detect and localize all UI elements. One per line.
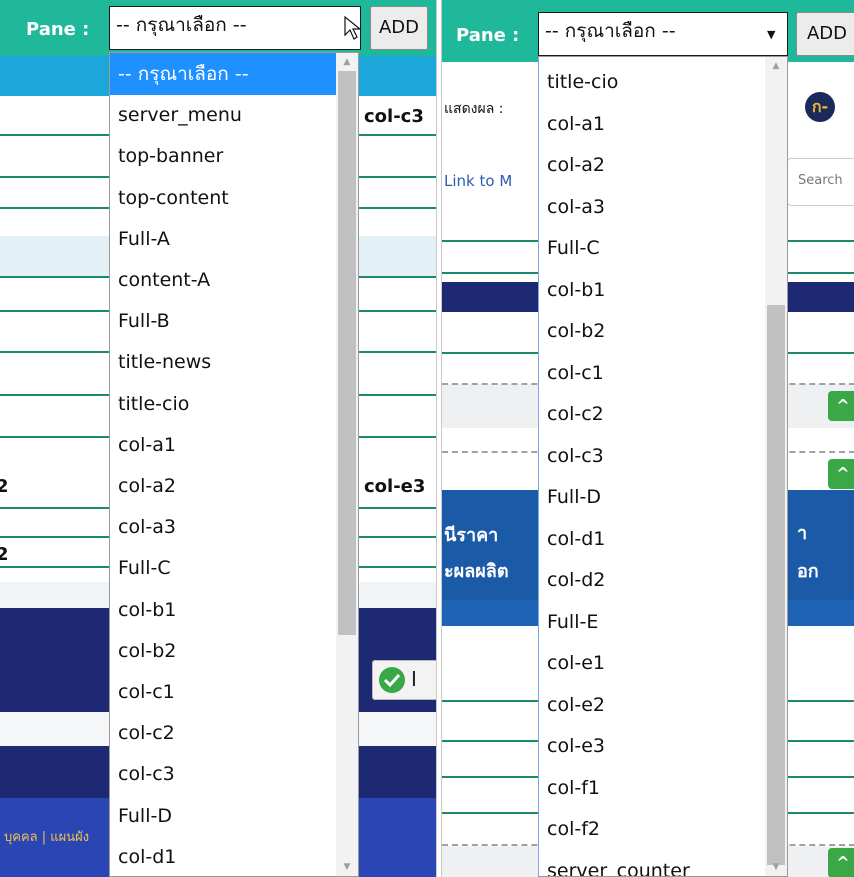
dropdown-option[interactable]: col-e1: [539, 642, 763, 684]
nav-circle[interactable]: ก-: [805, 92, 835, 122]
banner-text: ะผลผลิต: [444, 561, 509, 582]
dropdown-option[interactable]: col-c2: [539, 393, 763, 435]
dropdown-option[interactable]: col-d1: [539, 518, 763, 560]
add-button[interactable]: ADD: [370, 6, 428, 50]
scroll-down-arrow-icon[interactable]: ▼: [336, 860, 358, 874]
dropdown-option[interactable]: Full-E: [539, 601, 763, 643]
dropdown-option[interactable]: col-d1: [110, 836, 334, 876]
collapse-up-button[interactable]: ^: [828, 459, 854, 489]
dropdown-option[interactable]: Full-C: [539, 227, 763, 269]
dropdown-option[interactable]: col-d2: [539, 559, 763, 601]
dropdown-option[interactable]: content-A: [110, 259, 334, 301]
link-to-text[interactable]: Link to M: [444, 172, 512, 190]
select-value: -- กรุณาเลือก --: [116, 14, 247, 36]
status-badge: I: [372, 660, 436, 700]
collapse-up-button[interactable]: ^: [828, 848, 854, 877]
dropdown-option[interactable]: Full-D: [539, 476, 763, 518]
dropdown-option[interactable]: col-a3: [539, 186, 763, 228]
select-value: -- กรุณาเลือก --: [545, 20, 676, 42]
scrollbar-thumb[interactable]: [338, 71, 356, 635]
dropdown-option[interactable]: col-b2: [539, 310, 763, 352]
digit-label: 2: [0, 544, 9, 565]
dropdown-option[interactable]: col-c2: [110, 712, 334, 754]
collapse-up-button[interactable]: ^: [828, 391, 854, 421]
dropdown-option[interactable]: server_counter: [539, 850, 763, 877]
search-placeholder: Search: [798, 173, 843, 188]
banner-text: า: [797, 523, 808, 544]
pane-dropdown-list[interactable]: title-cio col-a1 col-a2 col-a3 Full-C col-b1 c…: [538, 56, 788, 877]
dropdown-option[interactable]: col-e3: [539, 725, 763, 767]
dropdown-option[interactable]: col-f1: [539, 767, 763, 809]
dropdown-option[interactable]: col-b2: [110, 630, 334, 672]
dropdown-option[interactable]: Full-C: [110, 547, 334, 589]
right-screenshot-panel: แสดงผล : ก ก- Link to M Search ^ ^ นีราค…: [441, 0, 854, 877]
dropdown-option[interactable]: Full-A: [110, 218, 334, 260]
pane-label: Pane :: [456, 25, 520, 46]
dropdown-option[interactable]: col-a3: [110, 506, 334, 548]
add-button[interactable]: ADD: [796, 12, 854, 56]
dropdown-option[interactable]: col-a2: [110, 465, 334, 507]
dropdown-option[interactable]: col-c1: [539, 352, 763, 394]
dropdown-option[interactable]: title-news: [110, 341, 334, 383]
display-label: แสดงผล :: [444, 101, 504, 117]
badge-text: I: [411, 667, 417, 691]
pane-select[interactable]: -- กรุณาเลือก --: [109, 6, 361, 50]
check-circle-icon: [379, 667, 405, 693]
pane-select[interactable]: -- กรุณาเลือก --: [538, 12, 788, 56]
col-c3-label: col-c3: [364, 106, 424, 127]
banner-text: นีราคา: [444, 525, 499, 546]
dropdown-option[interactable]: col-e2: [539, 684, 763, 726]
dropdown-option[interactable]: top-banner: [110, 135, 334, 177]
scroll-up-arrow-icon[interactable]: ▲: [765, 59, 787, 73]
dropdown-scrollbar[interactable]: ▲ ▼: [765, 57, 787, 876]
dropdown-option[interactable]: Full-D: [110, 795, 334, 837]
left-screenshot-panel: col-c3 col-e3 2 2 บุคคล | แผนผัง I Pane …: [0, 0, 437, 877]
digit-label: 2: [0, 476, 9, 497]
dropdown-option[interactable]: col-c1: [110, 671, 334, 713]
dropdown-option[interactable]: col-b1: [539, 269, 763, 311]
dropdown-option[interactable]: col-c3: [539, 435, 763, 477]
dropdown-option[interactable]: title-cio: [110, 383, 334, 425]
scrollbar-thumb[interactable]: [767, 305, 785, 865]
dropdown-option[interactable]: Full-B: [110, 300, 334, 342]
footer-links[interactable]: บุคคล | แผนผัง: [4, 826, 89, 847]
dropdown-option[interactable]: col-a1: [539, 103, 763, 145]
col-e3-label: col-e3: [364, 476, 426, 497]
dropdown-option[interactable]: -- กรุณาเลือก --: [110, 53, 336, 95]
dropdown-option[interactable]: top-content: [110, 177, 334, 219]
chevron-down-icon: ▼: [767, 28, 776, 41]
dropdown-option[interactable]: col-b1: [110, 589, 334, 631]
banner-text: อก: [797, 561, 819, 582]
mouse-cursor-icon: [344, 15, 362, 40]
dropdown-option[interactable]: col-a1: [110, 424, 334, 466]
dropdown-option[interactable]: col-c3: [110, 753, 334, 795]
dropdown-option[interactable]: col-f2: [539, 808, 763, 850]
scroll-up-arrow-icon[interactable]: ▲: [336, 55, 358, 69]
scroll-down-arrow-icon[interactable]: ▼: [765, 860, 787, 874]
dropdown-option[interactable]: col-a2: [539, 144, 763, 186]
pane-dropdown-list[interactable]: -- กรุณาเลือก -- server_menu top-banner top…: [109, 52, 359, 877]
pane-label: Pane :: [26, 19, 90, 40]
dropdown-option[interactable]: server_menu: [110, 94, 334, 136]
dropdown-option[interactable]: title-cio: [539, 61, 763, 103]
search-input[interactable]: Search: [787, 158, 854, 206]
dropdown-scrollbar[interactable]: ▲ ▼: [336, 53, 358, 876]
